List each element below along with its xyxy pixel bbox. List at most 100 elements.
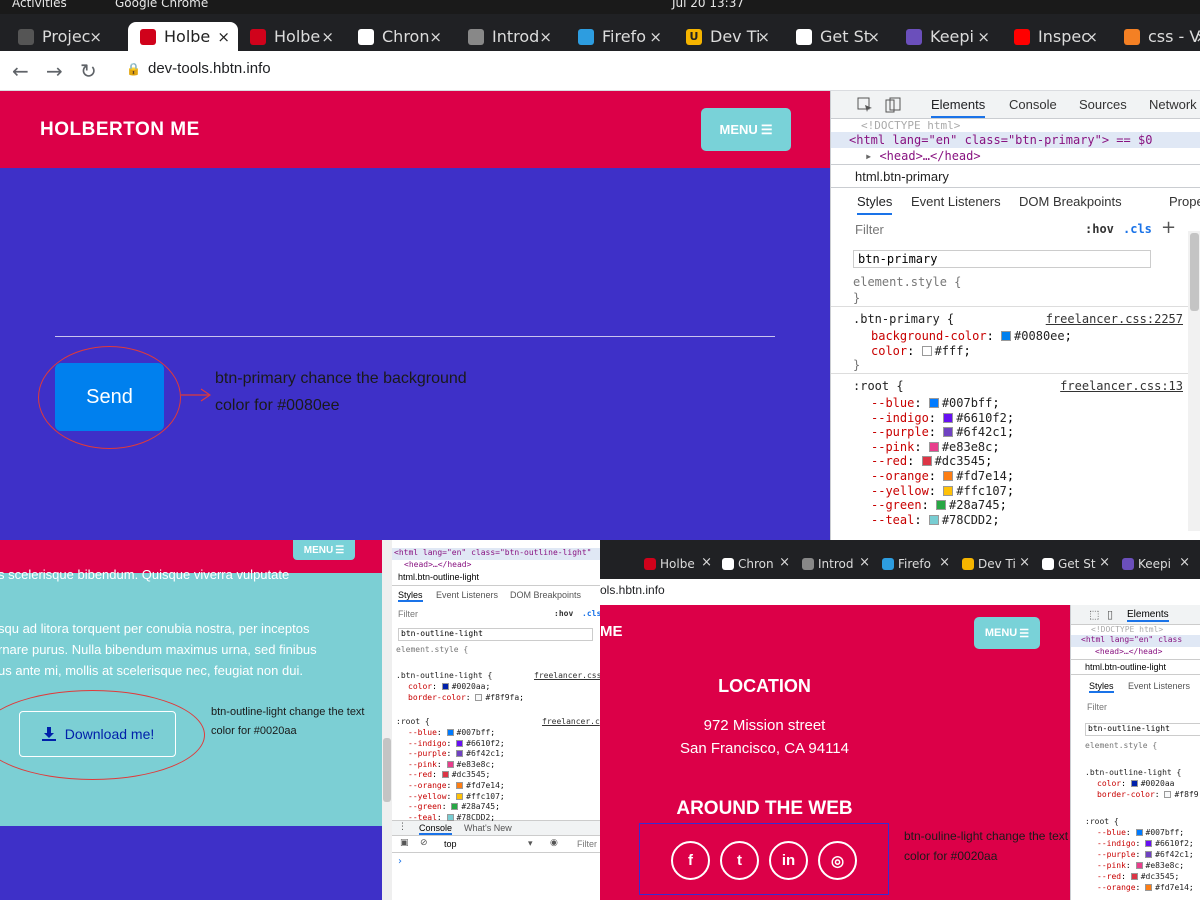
url-text[interactable]: ols.hbtn.info [600, 583, 665, 597]
css-variable[interactable]: --teal: #78CDD2; [871, 513, 1000, 527]
color-swatch-icon[interactable] [451, 803, 459, 811]
breadcrumb[interactable]: html.btn-primary [831, 164, 1200, 188]
css-variable[interactable]: --red: #dc3545; [1097, 872, 1179, 881]
color-swatch-icon[interactable] [1145, 884, 1153, 891]
subtab-event-listeners[interactable]: Event Listeners [1128, 681, 1190, 691]
color-swatch-icon[interactable] [441, 683, 449, 690]
browser-tab[interactable]: Keepi × [898, 22, 998, 51]
color-swatch-icon[interactable] [943, 412, 954, 423]
color-swatch-icon[interactable] [1001, 331, 1012, 341]
browser-tab[interactable]: Holbe × [640, 553, 716, 575]
browser-tab[interactable]: Holbe × [242, 22, 342, 51]
close-icon[interactable]: × [939, 555, 950, 570]
styles-subtab[interactable]: DOM Breakpoints [1019, 194, 1122, 213]
menu-button[interactable]: MENU ☰ [293, 540, 355, 560]
selected-html-node[interactable]: <html lang="en" class [1071, 635, 1200, 647]
sidebar-toggle-icon[interactable]: ▣ [400, 838, 409, 848]
css-variable[interactable]: --orange: #fd7e14; [408, 781, 505, 790]
color-swatch-icon[interactable] [1135, 862, 1143, 869]
hov-toggle[interactable]: :hov [554, 609, 573, 618]
tab-elements[interactable]: Elements [1127, 609, 1169, 622]
selected-html-node[interactable]: <html lang="en" class="btn-primary"> == … [831, 132, 1200, 148]
color-swatch-icon[interactable] [441, 771, 449, 779]
devtools-tab-console[interactable]: Console [1009, 97, 1057, 116]
styles-subtab[interactable]: Styles [398, 590, 423, 602]
close-icon[interactable]: × [1179, 555, 1190, 570]
lock-icon[interactable]: 🔒 [126, 62, 141, 76]
head-node[interactable]: ▸ <head>…</head> [865, 149, 981, 163]
styles-subtab[interactable]: Styles [857, 194, 893, 215]
browser-tab[interactable]: Get St × [788, 22, 888, 51]
css-variable[interactable]: --indigo: #6610f2; [408, 739, 505, 748]
styles-subtab[interactable]: Properties [1169, 194, 1200, 213]
color-swatch-icon[interactable] [943, 427, 954, 438]
download-button[interactable]: Download me! [19, 711, 176, 757]
css-declaration[interactable]: color: #0020aa [1097, 779, 1174, 788]
drawer-menu-icon[interactable]: ⋮ [398, 822, 407, 832]
css-variable[interactable]: --green: #28a745; [871, 498, 1007, 512]
color-swatch-icon[interactable] [1164, 791, 1172, 798]
chevron-down-icon[interactable]: ▾ [528, 839, 533, 849]
close-icon[interactable]: × [1085, 28, 1098, 46]
head-node[interactable]: <head>…</head> [404, 560, 471, 569]
element-style-rule[interactable]: element.style { [1085, 741, 1157, 750]
color-swatch-icon[interactable] [456, 739, 464, 747]
browser-tab[interactable]: Projec × [10, 22, 110, 51]
css-source-link[interactable]: freelancer.css:2257 [1046, 312, 1183, 326]
browser-tab[interactable]: Get St × [1038, 553, 1114, 575]
site-brand[interactable]: HOLBERTON ME [40, 119, 200, 141]
close-icon[interactable]: × [1195, 28, 1200, 46]
color-swatch-icon[interactable] [936, 500, 947, 511]
color-swatch-icon[interactable] [1130, 780, 1138, 787]
color-swatch-icon[interactable] [1145, 840, 1153, 847]
device-toolbar-icon[interactable]: ▯ [1107, 608, 1113, 621]
styles-scrollbar[interactable] [1188, 231, 1200, 531]
send-button[interactable]: Send [55, 363, 164, 431]
url-text[interactable]: dev-tools.hbtn.info [148, 60, 271, 77]
close-icon[interactable]: × [649, 28, 662, 46]
css-variable[interactable]: --blue: #007bff; [871, 396, 1000, 410]
css-declaration[interactable]: color: #fff; [871, 344, 971, 358]
color-swatch-icon[interactable] [475, 694, 483, 701]
drawer-tab-console[interactable]: Console [419, 823, 453, 835]
doctype-line[interactable]: <!DOCTYPE html> [1091, 625, 1163, 634]
forward-arrow-icon[interactable]: → [46, 59, 63, 83]
css-variable[interactable]: --purple: #6f42c1; [408, 749, 505, 758]
btn-primary-selector[interactable]: .btn-primary { [853, 312, 954, 326]
close-icon[interactable]: × [429, 28, 442, 46]
color-swatch-icon[interactable] [456, 782, 464, 789]
class-search-input[interactable]: btn-primary [853, 250, 1151, 268]
css-variable[interactable]: --pink: #e83e8c; [1097, 861, 1184, 870]
close-icon[interactable]: × [867, 28, 880, 46]
browser-tab[interactable]: Firefo × [878, 553, 954, 575]
color-swatch-icon[interactable] [943, 485, 954, 496]
color-swatch-icon[interactable] [456, 792, 464, 800]
color-swatch-icon[interactable] [928, 441, 939, 452]
css-source-link[interactable]: freelancer.c [542, 717, 600, 726]
color-swatch-icon[interactable] [921, 346, 932, 356]
css-declaration[interactable]: border-color: #f8f9 [1097, 790, 1199, 799]
breadcrumb[interactable]: html.btn-outline-light [1071, 659, 1200, 675]
close-icon[interactable]: × [539, 28, 552, 46]
clock[interactable]: Jul 20 13:37 [672, 0, 744, 10]
cls-toggle[interactable]: .cls [1123, 222, 1152, 236]
close-icon[interactable]: × [757, 28, 770, 46]
eye-icon[interactable]: ◉ [550, 838, 558, 848]
css-variable[interactable]: --purple: #6f42c1; [1097, 850, 1194, 859]
hov-toggle[interactable]: :hov [1085, 222, 1114, 236]
css-source-link[interactable]: freelancer.css [534, 671, 600, 680]
menu-button[interactable]: MENU ☰ [701, 108, 791, 151]
menu-button[interactable]: MENU ☰ [974, 617, 1040, 649]
filter-input[interactable]: Filter [855, 222, 884, 237]
css-variable[interactable]: --indigo: #6610f2; [1097, 839, 1194, 848]
scrollbar-thumb[interactable] [1190, 233, 1199, 311]
color-swatch-icon[interactable] [446, 729, 454, 736]
clear-console-icon[interactable]: ⊘ [420, 838, 428, 848]
activities-button[interactable]: Activities [12, 0, 67, 10]
context-select[interactable]: top [444, 839, 457, 849]
devtools-tab-sources[interactable]: Sources [1079, 97, 1127, 116]
btn-outline-light-selector[interactable]: .btn-outline-light { [396, 671, 492, 680]
root-selector[interactable]: :root { [1085, 817, 1119, 826]
css-source-link[interactable]: freelancer.css:13 [1060, 379, 1183, 393]
browser-tab[interactable]: Introd × [460, 22, 560, 51]
